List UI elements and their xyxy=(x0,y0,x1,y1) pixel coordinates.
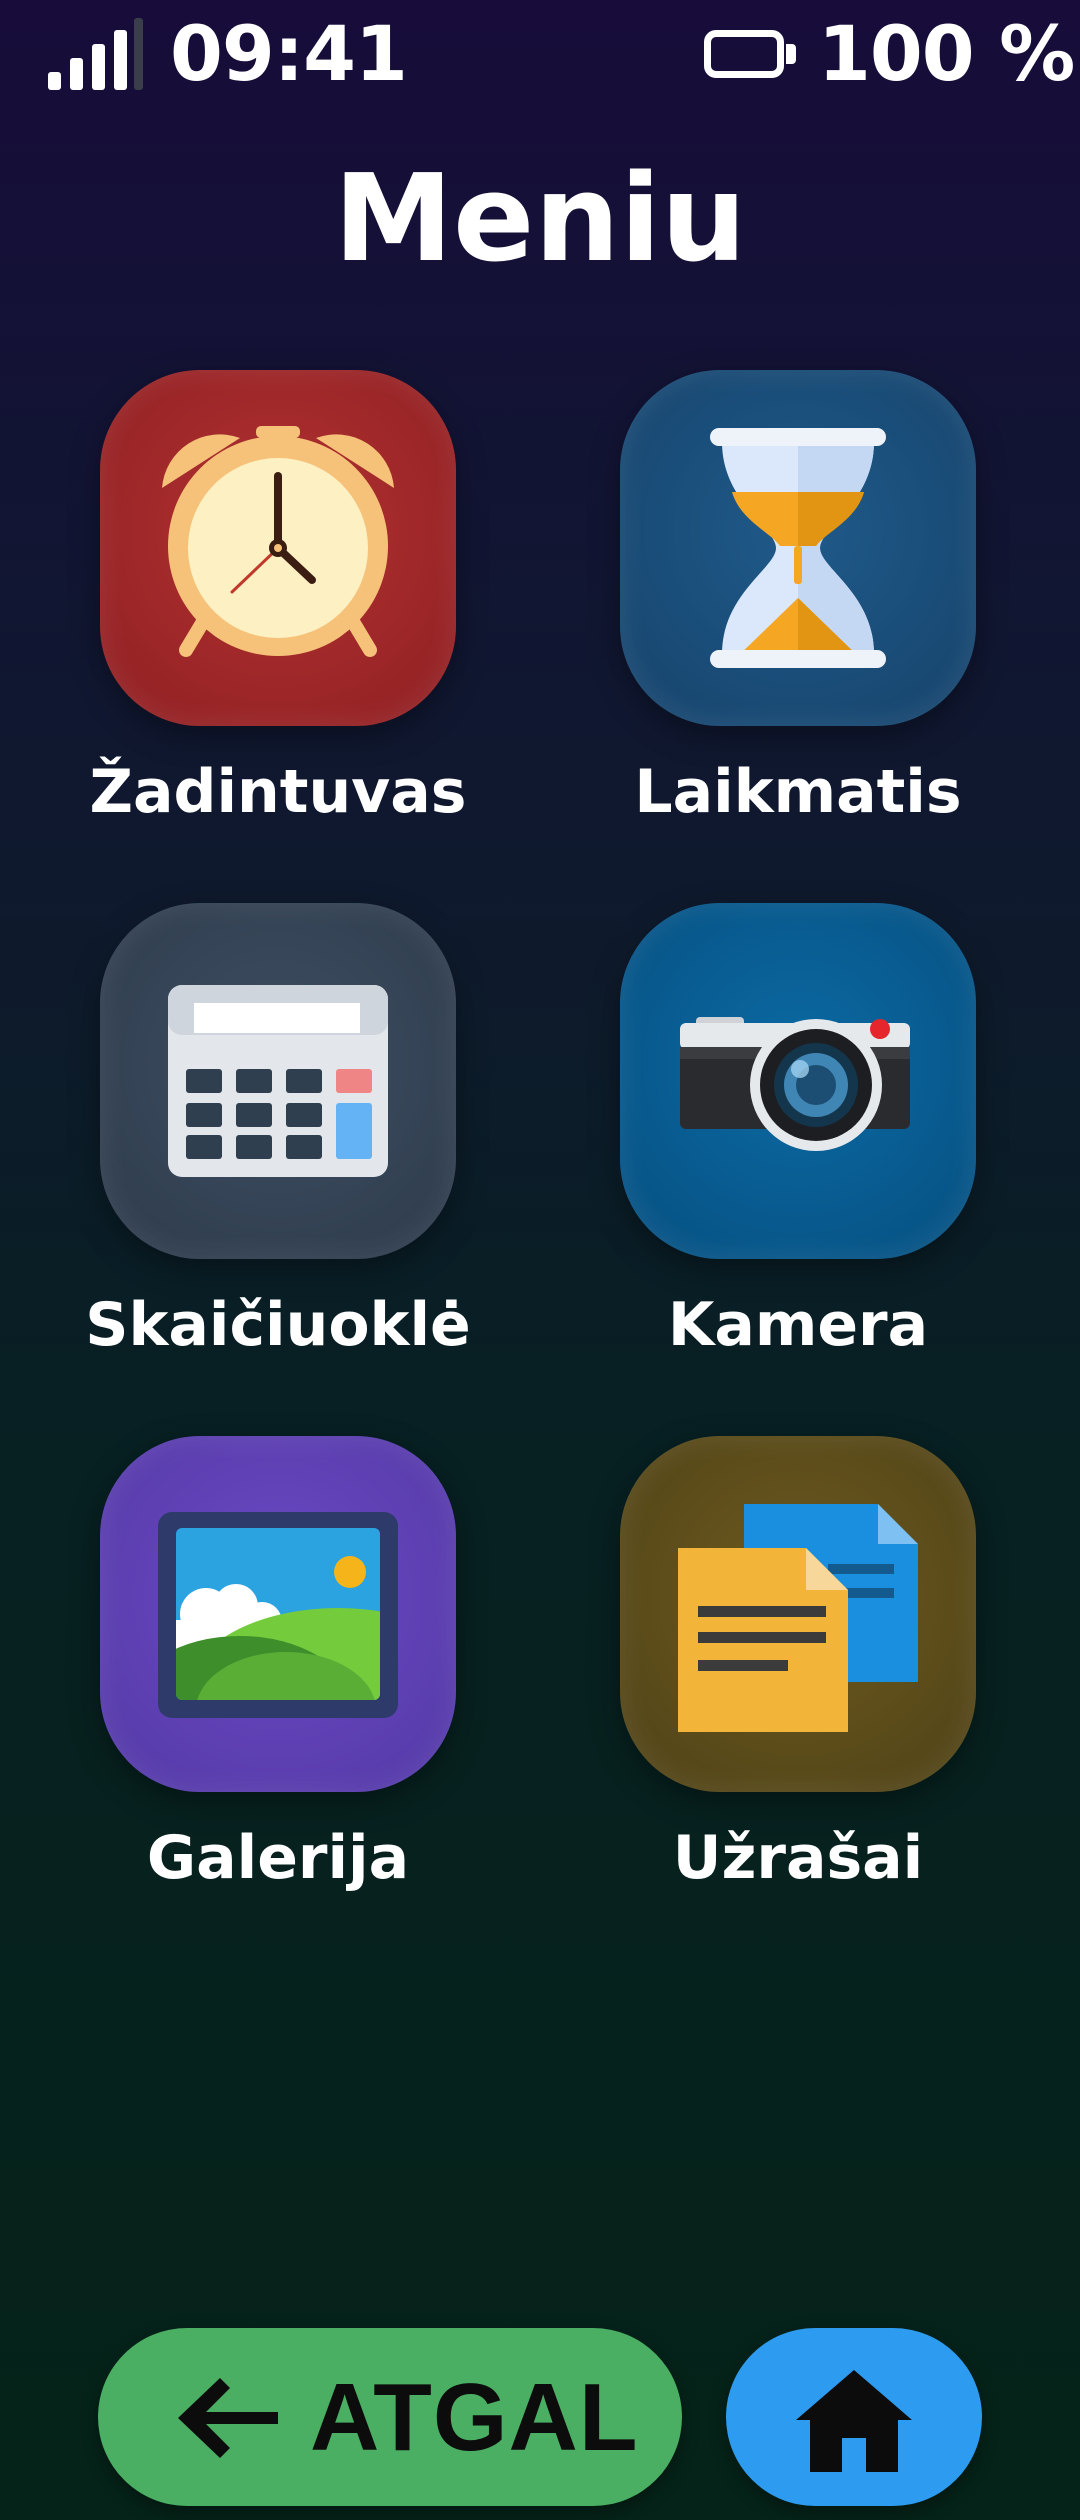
app-label: Laikmatis xyxy=(634,757,962,827)
page-title: Meniu xyxy=(333,150,747,289)
status-bar: 09:41 100 % xyxy=(0,0,1080,110)
app-tile-notes[interactable]: Užrašai xyxy=(550,1436,976,1936)
battery-full-icon xyxy=(704,30,798,78)
back-button[interactable]: ATGAL xyxy=(98,2328,682,2506)
hourglass-icon xyxy=(620,370,976,726)
home-button[interactable] xyxy=(726,2328,982,2506)
app-tile-alarm[interactable]: Žadintuvas xyxy=(30,370,466,870)
calculator-icon xyxy=(100,903,456,1259)
notes-icon xyxy=(620,1436,976,1792)
app-tile-calculator[interactable]: Skaičiuoklė xyxy=(30,903,471,1403)
camera-icon xyxy=(620,903,976,1259)
app-tile-timer[interactable]: Laikmatis xyxy=(550,370,976,870)
back-label: ATGAL xyxy=(310,2364,639,2471)
picture-icon xyxy=(100,1436,456,1792)
app-tile-camera[interactable]: Kamera xyxy=(550,903,976,1403)
status-time: 09:41 xyxy=(170,9,408,98)
battery-percentage: 100 % xyxy=(818,9,1075,98)
home-icon xyxy=(796,2370,912,2472)
alarm-clock-icon xyxy=(100,370,456,726)
app-label: Kamera xyxy=(667,1290,929,1360)
app-label: Skaičiuoklė xyxy=(85,1290,471,1360)
signal-bars-icon xyxy=(48,18,148,90)
app-label: Žadintuvas xyxy=(89,757,467,827)
app-label: Užrašai xyxy=(672,1823,924,1893)
arrow-left-icon xyxy=(178,2378,278,2458)
app-tile-gallery[interactable]: Galerija xyxy=(30,1436,456,1936)
app-label: Galerija xyxy=(146,1823,410,1893)
